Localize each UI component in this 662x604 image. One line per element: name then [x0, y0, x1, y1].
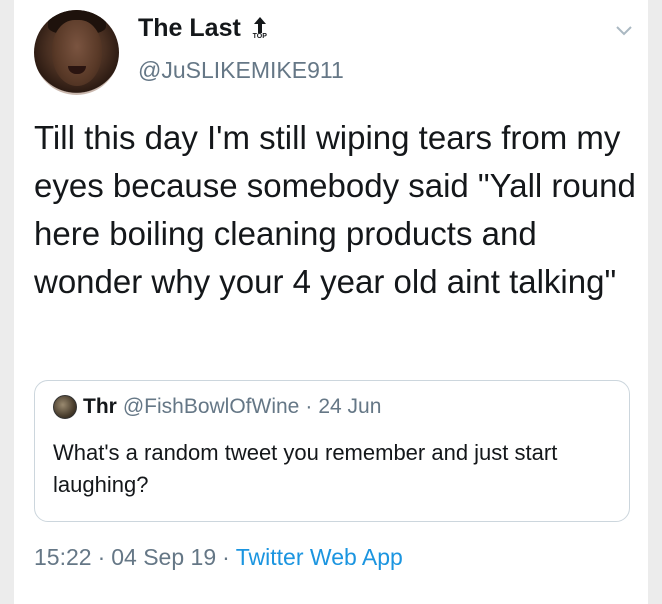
- quoted-author-avatar: [53, 395, 77, 419]
- top-arrow-icon: TOP: [249, 16, 271, 41]
- meta-separator: ·: [222, 544, 230, 570]
- quoted-tweet[interactable]: Thr @FishBowlOfWine · 24 Jun What's a ra…: [34, 380, 630, 522]
- tweet-date[interactable]: 04 Sep 19: [111, 544, 216, 570]
- quoted-tweet-header: Thr @FishBowlOfWine · 24 Jun: [53, 395, 381, 419]
- tweet-card: The Last TOP @JuSLIKEMIKE911 Till this d…: [14, 0, 648, 604]
- quoted-tweet-text: What's a random tweet you remember and j…: [53, 440, 558, 497]
- tweet-text: Till this day I'm still wiping tears fro…: [34, 119, 636, 300]
- quoted-author-handle: @FishBowlOfWine: [122, 395, 300, 418]
- quoted-date: 24 Jun: [318, 395, 382, 418]
- meta-separator: ·: [97, 544, 106, 570]
- tweet-meta: 15:22 · 04 Sep 19 · Twitter Web App: [34, 544, 403, 571]
- quoted-separator: ·: [305, 395, 313, 418]
- author-handle[interactable]: @JuSLIKEMIKE911: [138, 57, 344, 84]
- tweet-source-link[interactable]: Twitter Web App: [236, 544, 403, 570]
- chevron-down-icon[interactable]: [614, 24, 634, 38]
- top-badge-label: TOP: [252, 32, 267, 40]
- author-avatar[interactable]: [34, 10, 119, 95]
- avatar-face: [52, 20, 102, 86]
- author-name-row: The Last TOP: [138, 14, 271, 43]
- tweet-time[interactable]: 15:22: [34, 544, 92, 570]
- author-display-name[interactable]: The Last: [138, 14, 241, 43]
- quoted-author-name: Thr: [83, 395, 117, 418]
